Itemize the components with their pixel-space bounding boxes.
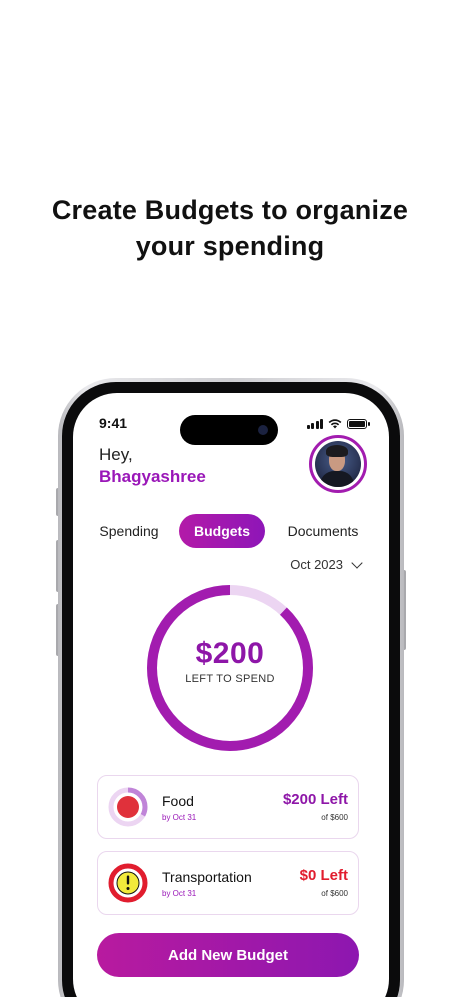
status-bar: 9:41: [73, 415, 389, 445]
phone-frame: 9:41 Hey, Bhagyashree Spending Budgets D…: [58, 378, 404, 997]
status-icons: [306, 418, 370, 429]
phone-bezel: 9:41 Hey, Bhagyashree Spending Budgets D…: [62, 382, 400, 997]
warning-icon: [108, 863, 148, 903]
month-value: Oct 2023: [290, 557, 343, 572]
avatar-photo: [315, 441, 361, 487]
budget-due: by Oct 31: [162, 813, 197, 822]
left-to-spend-label: LEFT TO SPEND: [185, 673, 275, 685]
budget-card-transportation[interactable]: Transportation by Oct 31 $0 Left of $600: [97, 851, 359, 915]
headline: Create Budgets to organize your spending: [0, 192, 460, 264]
status-time: 9:41: [99, 415, 128, 431]
budget-total: of $600: [321, 889, 348, 898]
left-to-spend-amount: $200: [195, 637, 265, 670]
budget-left-amount: $200 Left: [282, 791, 348, 808]
budget-title: Transportation: [162, 869, 252, 885]
budget-title: Food: [162, 793, 194, 809]
wifi-icon: [328, 419, 342, 429]
profile-avatar[interactable]: [309, 435, 367, 493]
battery-icon: [347, 418, 370, 429]
tab-documents[interactable]: Documents: [283, 514, 363, 548]
headline-line-2: your spending: [135, 231, 325, 261]
headline-line-1: Create Budgets to organize: [51, 195, 409, 225]
food-status-icon: [108, 787, 148, 827]
add-new-budget-button[interactable]: Add New Budget: [97, 933, 359, 977]
app-screen: 9:41 Hey, Bhagyashree Spending Budgets D…: [73, 393, 389, 997]
user-name: Bhagyashree: [99, 467, 206, 486]
dynamic-island: [180, 415, 278, 445]
ring-summary: $200 LEFT TO SPEND: [145, 637, 315, 685]
tab-budgets[interactable]: Budgets: [179, 514, 265, 548]
budget-card-food[interactable]: Food by Oct 31 $200 Left of $600: [97, 775, 359, 839]
cellular-signal-icon: [306, 418, 323, 429]
chevron-down-icon: [351, 556, 363, 569]
budget-left-amount: $0 Left: [299, 867, 348, 884]
tab-spending[interactable]: Spending: [93, 514, 165, 548]
camera-icon: [258, 425, 268, 435]
greeting: Hey, Bhagyashree: [99, 445, 206, 487]
budget-due: by Oct 31: [162, 889, 197, 898]
tab-bar: Spending Budgets Documents: [87, 514, 363, 548]
greeting-hey: Hey,: [99, 445, 133, 464]
spending-ring: $200 LEFT TO SPEND: [145, 583, 315, 753]
month-selector[interactable]: Oct 2023: [290, 556, 363, 572]
budget-total: of $600: [321, 813, 348, 822]
